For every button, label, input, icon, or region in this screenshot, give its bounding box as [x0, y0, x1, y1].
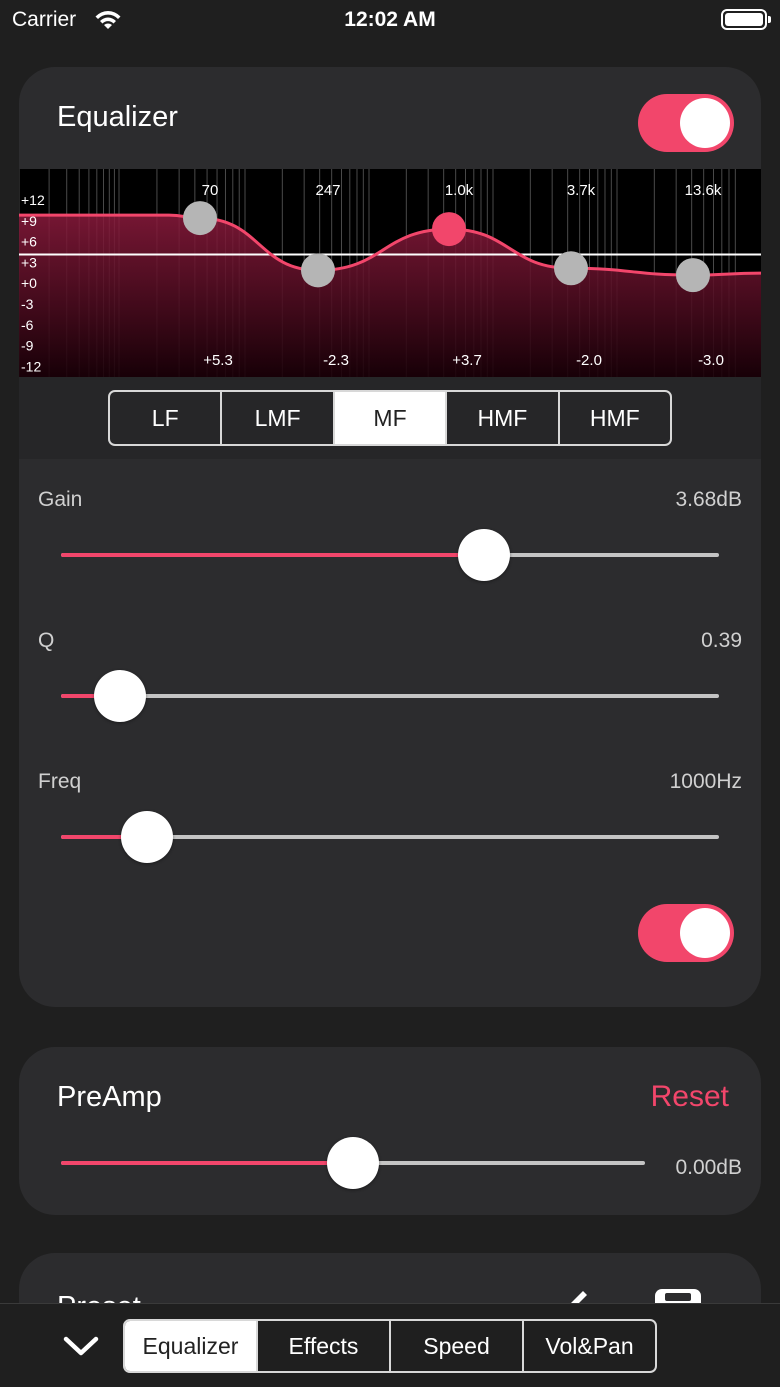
gain-point-label: -2.0	[576, 352, 602, 369]
equalizer-toggle[interactable]	[638, 94, 734, 152]
freq-label: Freq	[38, 770, 82, 793]
equalizer-card: Equalizer +12 +9 +6 +3 +0 -3 -6 -9 -12 70 247 1.0k 3…	[19, 67, 761, 1007]
band-mf[interactable]: MF	[334, 392, 448, 444]
q-label: Q	[38, 629, 55, 652]
gain-label: Gain	[38, 488, 83, 511]
db-tick-label: +3	[21, 254, 37, 270]
db-tick-label: -6	[21, 317, 34, 333]
db-tick-label: -3	[21, 296, 34, 312]
tab-speed[interactable]: Speed	[391, 1321, 524, 1371]
freq-label: 3.7k	[567, 182, 596, 199]
gain-value: 3.68dB	[675, 488, 742, 511]
eq-band-handle[interactable]	[432, 212, 466, 247]
gain-point-label: -3.0	[698, 352, 724, 369]
band-selector-area: LF LMF MF HMF HMF	[19, 377, 761, 459]
band-hmf-1[interactable]: HMF	[447, 392, 560, 444]
preamp-card: PreAmp Reset 0.00dB	[19, 1047, 761, 1215]
tab-vol-pan[interactable]: Vol&Pan	[524, 1321, 655, 1371]
band-lmf[interactable]: LMF	[222, 392, 335, 444]
eq-graph[interactable]: +12 +9 +6 +3 +0 -3 -6 -9 -12 70 247 1.0k 3.7k 13.6k +5…	[19, 169, 761, 377]
gain-point-label: +3.7	[452, 352, 482, 369]
gain-point-label: +5.3	[203, 352, 233, 369]
freq-slider[interactable]	[61, 810, 719, 864]
eq-band-handle[interactable]	[301, 253, 335, 288]
db-tick-label: +0	[21, 275, 37, 291]
db-tick-label: +6	[21, 234, 37, 250]
q-slider[interactable]	[61, 669, 719, 723]
eq-band-handle[interactable]	[183, 201, 217, 236]
preamp-slider-thumb[interactable]	[327, 1137, 379, 1189]
freq-label: 247	[315, 182, 340, 199]
freq-label: 70	[202, 182, 219, 199]
db-tick-label: -12	[21, 358, 41, 374]
band-lf[interactable]: LF	[110, 392, 223, 444]
battery-icon	[721, 9, 771, 30]
band-enable-toggle[interactable]	[638, 904, 734, 962]
freq-slider-thumb[interactable]	[120, 811, 173, 863]
reset-button[interactable]: Reset	[651, 1080, 729, 1114]
preamp-slider[interactable]	[61, 1136, 645, 1190]
freq-label: 13.6k	[685, 182, 722, 199]
gain-point-label: -2.3	[323, 352, 349, 369]
tab-effects[interactable]: Effects	[258, 1321, 391, 1371]
tab-equalizer[interactable]: Equalizer	[125, 1321, 258, 1371]
status-bar: Carrier 12:02 AM	[0, 0, 780, 44]
freq-value: 1000Hz	[669, 770, 742, 793]
q-slider-thumb[interactable]	[94, 670, 147, 722]
equalizer-title: Equalizer	[57, 101, 178, 133]
preamp-value: 0.00dB	[675, 1156, 742, 1179]
db-tick-label: -9	[21, 338, 34, 354]
eq-band-handle[interactable]	[554, 251, 588, 286]
bottom-tabs: Equalizer Effects Speed Vol&Pan	[123, 1319, 657, 1373]
chevron-down-icon[interactable]	[60, 1328, 102, 1364]
freq-label: 1.0k	[445, 182, 474, 199]
q-value: 0.39	[701, 629, 742, 652]
bottom-bar: Equalizer Effects Speed Vol&Pan	[0, 1303, 780, 1387]
gain-slider[interactable]	[61, 528, 719, 582]
preamp-title: PreAmp	[57, 1081, 162, 1113]
band-selector: LF LMF MF HMF HMF	[108, 390, 672, 446]
gain-slider-thumb[interactable]	[458, 529, 511, 581]
db-tick-label: +9	[21, 213, 37, 229]
db-tick-label: +12	[21, 192, 45, 208]
band-hmf-2[interactable]: HMF	[560, 392, 670, 444]
eq-band-handle[interactable]	[676, 258, 710, 293]
clock: 12:02 AM	[344, 8, 436, 31]
